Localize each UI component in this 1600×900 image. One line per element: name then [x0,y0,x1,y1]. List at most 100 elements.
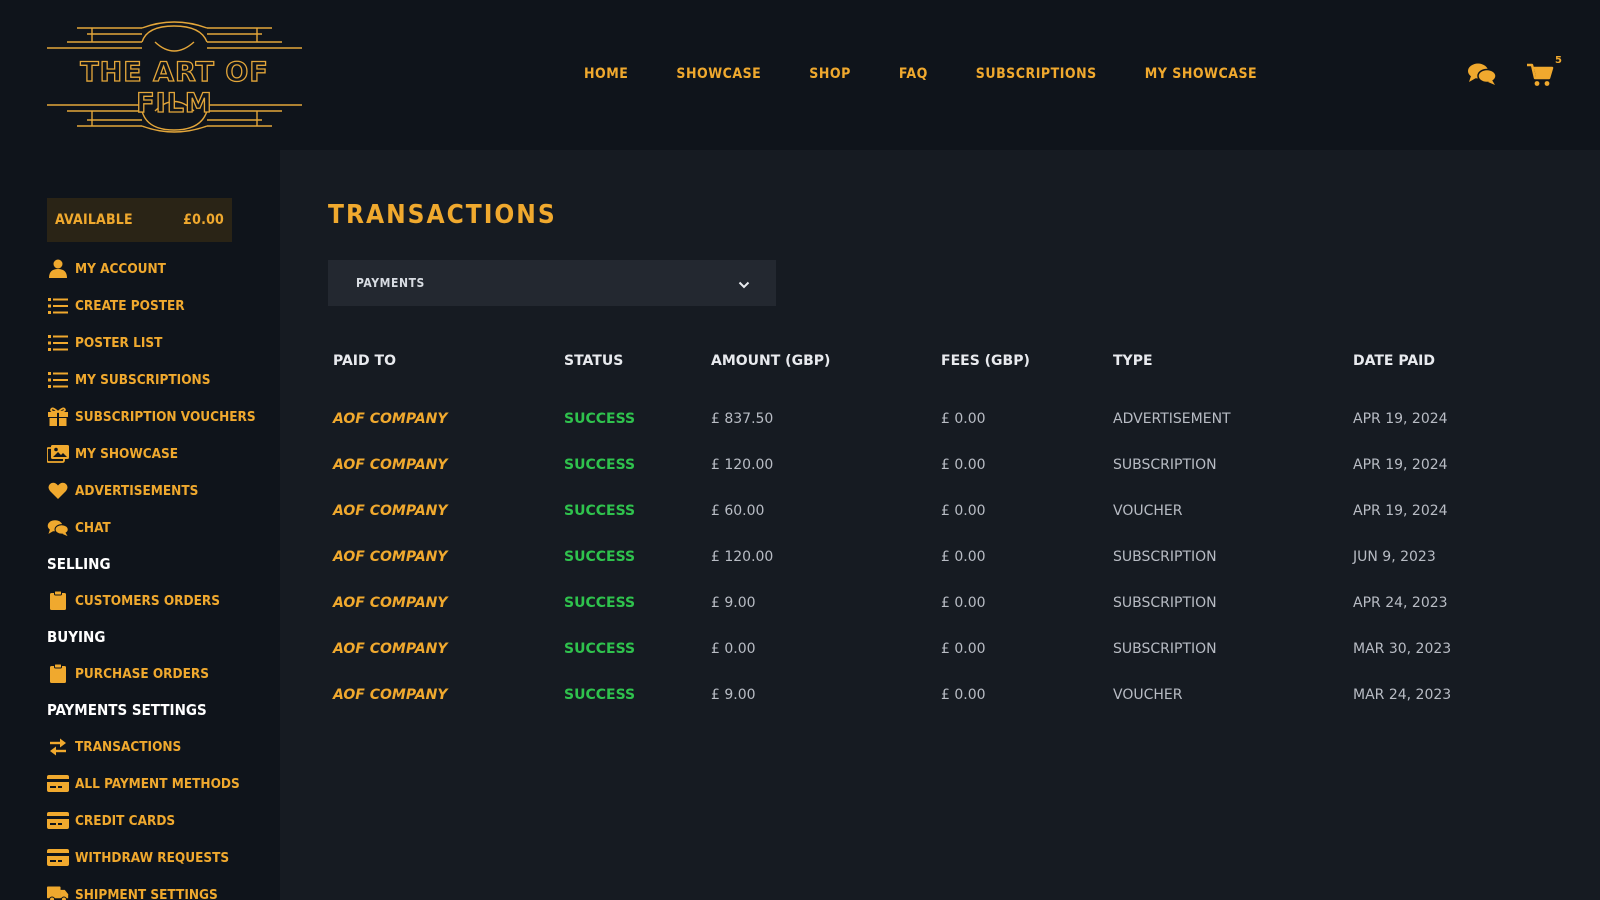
sidebar-item-customers-orders[interactable]: CUSTOMERS ORDERS [47,582,267,619]
shopping-cart-icon[interactable] [1526,62,1554,88]
cell-amount: £ 9.00 [711,595,756,611]
nav-my-showcase[interactable]: MY SHOWCASE [1145,62,1257,86]
chat-bubbles-icon [47,518,69,538]
credit-card-icon [47,774,69,794]
cell-date-paid: APR 19, 2024 [1353,503,1448,519]
cell-amount: £ 0.00 [711,641,756,657]
column-header-fees: FEES (GBP) [941,353,1030,369]
sidebar-item-my-account[interactable]: MY ACCOUNT [47,250,267,287]
cell-fees: £ 0.00 [941,549,986,565]
balance-label: AVAILABLE [55,212,133,228]
select-value: PAYMENTS [356,276,425,290]
cell-fees: £ 0.00 [941,457,986,473]
top-bar: THE ART OF FILM HOME SHOWCASE SHOP FAQ S… [0,0,1600,150]
cell-fees: £ 0.00 [941,595,986,611]
sidebar-item-transactions[interactable]: TRANSACTIONS [47,728,267,765]
cell-paid-to: AOF COMPANY [333,595,448,611]
main-content: TRANSACTIONS PAYMENTS PAID TO STATUS AMO… [280,150,1600,900]
cell-paid-to: AOF COMPANY [333,687,448,703]
cell-status: SUCCESS [564,457,636,473]
transaction-type-select[interactable]: PAYMENTS [328,260,776,306]
clipboard-icon [47,664,69,684]
cell-paid-to: AOF COMPANY [333,503,448,519]
sidebar-item-subscription-vouchers[interactable]: SUBSCRIPTION VOUCHERS [47,398,267,435]
truck-icon [47,885,69,900]
cell-type: ADVERTISEMENT [1113,411,1231,427]
site-logo[interactable]: THE ART OF FILM [47,20,302,135]
sidebar-heading-payments-settings: PAYMENTS SETTINGS [47,701,207,719]
sidebar-item-label: PURCHASE ORDERS [75,665,210,682]
images-icon [47,444,69,464]
column-header-date-paid: DATE PAID [1353,353,1435,369]
cell-status: SUCCESS [564,687,636,703]
nav-home[interactable]: HOME [584,62,628,86]
clipboard-icon [47,591,69,611]
sidebar-item-my-showcase[interactable]: MY SHOWCASE [47,435,267,472]
table-row: AOF COMPANY SUCCESS £ 120.00 £ 0.00 SUBS… [328,534,1568,580]
cell-type: SUBSCRIPTION [1113,457,1217,473]
list-icon [47,296,69,316]
main-nav: HOME SHOWCASE SHOP FAQ SUBSCRIPTIONS MY … [584,62,1257,86]
sidebar-item-label: MY ACCOUNT [75,260,166,277]
heart-icon [47,481,69,501]
cell-paid-to: AOF COMPANY [333,549,448,565]
sidebar-item-label: ADVERTISEMENTS [75,482,199,499]
cell-date-paid: APR 19, 2024 [1353,457,1448,473]
column-header-type: TYPE [1113,353,1153,369]
sidebar-item-withdraw-requests[interactable]: WITHDRAW REQUESTS [47,839,267,876]
table-row: AOF COMPANY SUCCESS £ 837.50 £ 0.00 ADVE… [328,396,1568,442]
balance-value: £0.00 [183,212,224,228]
sidebar-item-label: MY SHOWCASE [75,445,179,462]
sidebar-item-chat[interactable]: CHAT [47,509,267,546]
cell-paid-to: AOF COMPANY [333,411,448,427]
sidebar-item-label: CHAT [75,519,111,536]
cart-count-badge: 5 [1555,55,1562,66]
sidebar-heading-buying: BUYING [47,628,106,646]
sidebar-item-credit-cards[interactable]: CREDIT CARDS [47,802,267,839]
sidebar-item-label: TRANSACTIONS [75,738,182,755]
sidebar-item-my-subscriptions[interactable]: MY SUBSCRIPTIONS [47,361,267,398]
cell-type: SUBSCRIPTION [1113,595,1217,611]
cell-amount: £ 60.00 [711,503,765,519]
column-header-amount: AMOUNT (GBP) [711,353,831,369]
nav-faq[interactable]: FAQ [899,62,928,86]
sidebar-item-advertisements[interactable]: ADVERTISEMENTS [47,472,267,509]
cell-status: SUCCESS [564,411,636,427]
sidebar-item-shipment-settings[interactable]: SHIPMENT SETTINGS [47,876,267,900]
cell-amount: £ 9.00 [711,687,756,703]
sidebar-item-all-payment-methods[interactable]: ALL PAYMENT METHODS [47,765,267,802]
cell-status: SUCCESS [564,595,636,611]
gift-icon [47,407,69,427]
table-header-row: PAID TO STATUS AMOUNT (GBP) FEES (GBP) T… [328,340,1568,382]
table-row: AOF COMPANY SUCCESS £ 0.00 £ 0.00 SUBSCR… [328,626,1568,672]
table-row: AOF COMPANY SUCCESS £ 120.00 £ 0.00 SUBS… [328,442,1568,488]
table-row: AOF COMPANY SUCCESS £ 9.00 £ 0.00 SUBSCR… [328,580,1568,626]
sidebar-heading-selling: SELLING [47,555,111,573]
nav-shop[interactable]: SHOP [809,62,851,86]
sidebar-item-label: WITHDRAW REQUESTS [75,849,230,866]
table-row: AOF COMPANY SUCCESS £ 9.00 £ 0.00 VOUCHE… [328,672,1568,718]
sidebar-item-label: SUBSCRIPTION VOUCHERS [75,408,256,425]
nav-showcase[interactable]: SHOWCASE [676,62,761,86]
cell-paid-to: AOF COMPANY [333,641,448,657]
cell-date-paid: APR 24, 2023 [1353,595,1448,611]
nav-subscriptions[interactable]: SUBSCRIPTIONS [976,62,1097,86]
sidebar-item-label: POSTER LIST [75,334,163,351]
cell-date-paid: APR 19, 2024 [1353,411,1448,427]
cell-status: SUCCESS [564,549,636,565]
cell-date-paid: JUN 9, 2023 [1353,549,1436,565]
sidebar-item-label: MY SUBSCRIPTIONS [75,371,211,388]
cell-paid-to: AOF COMPANY [333,457,448,473]
sidebar-item-poster-list[interactable]: POSTER LIST [47,324,267,361]
chevron-down-icon [738,274,750,293]
sidebar-menu: MY ACCOUNT CREATE POSTER POSTER LIST MY … [47,250,267,900]
sidebar-item-purchase-orders[interactable]: PURCHASE ORDERS [47,655,267,692]
sidebar-item-label: CREATE POSTER [75,297,185,314]
sidebar-item-label: ALL PAYMENT METHODS [75,775,240,792]
cell-type: SUBSCRIPTION [1113,641,1217,657]
cell-amount: £ 120.00 [711,549,774,565]
chat-bubbles-icon[interactable] [1467,62,1497,86]
sidebar-item-create-poster[interactable]: CREATE POSTER [47,287,267,324]
cell-type: VOUCHER [1113,687,1183,703]
credit-card-icon [47,848,69,868]
